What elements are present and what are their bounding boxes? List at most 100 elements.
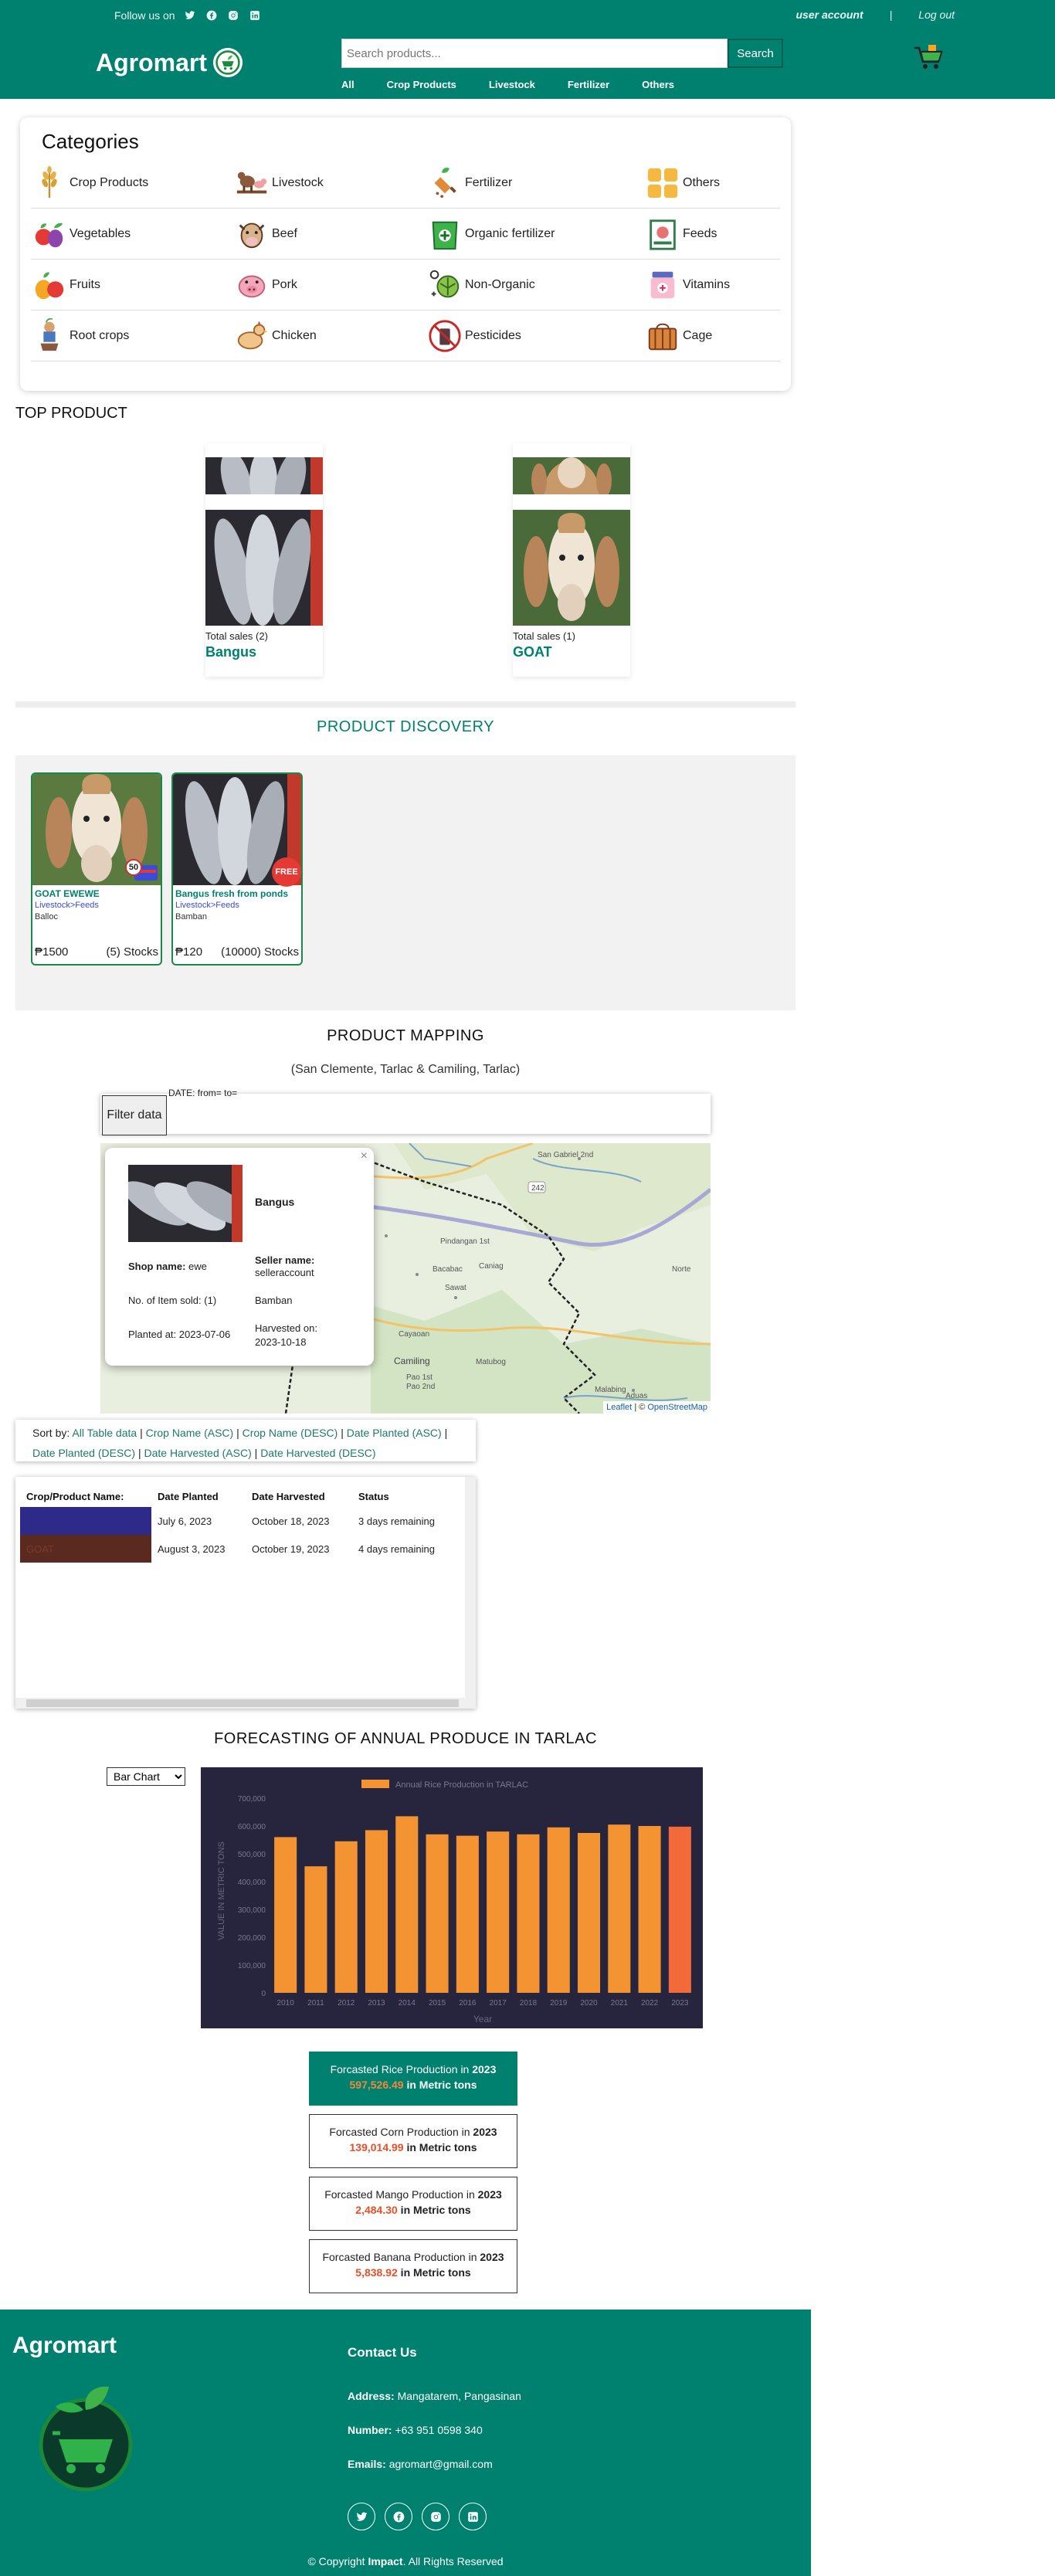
chart-bar[interactable] xyxy=(638,1826,661,1993)
chart-bar[interactable] xyxy=(274,1837,297,1993)
category-cage[interactable]: Cage xyxy=(644,317,712,355)
nav-others[interactable]: Others xyxy=(642,79,674,90)
close-icon[interactable]: × xyxy=(361,1149,368,1163)
footer-social-links xyxy=(348,2503,487,2530)
date-planted-cell: August 3, 2023 xyxy=(158,1543,226,1555)
column-header: Date Planted xyxy=(158,1491,219,1502)
chart-bar[interactable] xyxy=(334,1841,358,1993)
brand[interactable]: Agromart xyxy=(96,48,243,77)
forecast-suffix: in Metric tons xyxy=(403,2141,477,2153)
table-row: GOAT August 3, 2023 October 19, 2023 4 d… xyxy=(20,1535,453,1563)
product-category[interactable]: Livestock>Feeds xyxy=(175,901,239,910)
chart-bar[interactable] xyxy=(487,1831,510,1993)
category-livestock[interactable]: Livestock xyxy=(233,164,324,202)
forecast-corn-box[interactable]: Forcasted Corn Production in 2023 139,01… xyxy=(309,2114,517,2168)
chart-bar[interactable] xyxy=(304,1866,327,1993)
search-button[interactable]: Search xyxy=(728,39,783,68)
crop-table-container[interactable]: Crop/Product Name: Date Planted Date Har… xyxy=(15,1477,476,1709)
forecast-rice-box[interactable]: Forcasted Rice Production in 2023 597,52… xyxy=(309,2052,517,2106)
chart-bar[interactable] xyxy=(608,1824,631,1993)
product-name[interactable]: Bangus fresh from ponds xyxy=(175,888,288,899)
sort-crop-name-asc[interactable]: Crop Name (ASC) xyxy=(146,1427,234,1439)
category-pork[interactable]: Pork xyxy=(233,266,297,304)
nav-all[interactable]: All xyxy=(341,79,354,90)
openstreetmap-link[interactable]: OpenStreetMap xyxy=(647,1403,707,1412)
search-input[interactable] xyxy=(341,39,728,68)
chart-bar[interactable] xyxy=(426,1834,449,1993)
product-map[interactable]: San Gabriel 2nd Pindangan 1st Bacabac Ca… xyxy=(100,1143,711,1414)
category-others[interactable]: Others xyxy=(644,164,720,202)
top-product-card[interactable]: Total sales (1) GOAT xyxy=(513,443,630,677)
facebook-icon[interactable] xyxy=(205,8,219,22)
pesticides-icon xyxy=(426,317,463,355)
sort-date-planted-asc[interactable]: Date Planted (ASC) xyxy=(347,1427,442,1439)
user-account-link[interactable]: user account xyxy=(796,8,863,21)
y-tick-label: 400,000 xyxy=(238,1879,266,1887)
x-tick-label: 2023 xyxy=(671,1999,689,2008)
linkedin-icon[interactable] xyxy=(248,8,262,22)
category-vitamins[interactable]: Vitamins xyxy=(644,266,730,304)
product-location: Bamban xyxy=(175,912,207,921)
chart-bar[interactable] xyxy=(577,1833,601,1993)
sort-date-harvested-desc[interactable]: Date Harvested (DESC) xyxy=(260,1447,375,1459)
sort-date-harvested-asc[interactable]: Date Harvested (ASC) xyxy=(144,1447,251,1459)
chart-type-select[interactable]: Bar Chart xyxy=(107,1767,185,1786)
category-pesticides[interactable]: Pesticides xyxy=(426,317,521,355)
instagram-icon[interactable] xyxy=(226,8,240,22)
chart-bar[interactable] xyxy=(456,1835,479,1993)
forecast-suffix: in Metric tons xyxy=(397,2204,471,2216)
product-card[interactable]: FREE Bangus fresh from ponds Livestock>F… xyxy=(171,772,303,966)
vertical-scrollbar[interactable] xyxy=(465,1477,476,1698)
chart-bar[interactable] xyxy=(517,1834,540,1993)
filter-data-button[interactable]: Filter data xyxy=(102,1095,167,1135)
leaflet-link[interactable]: Leaflet xyxy=(606,1403,632,1412)
product-price: ₱1500 xyxy=(35,945,69,959)
category-crop-products[interactable]: Crop Products xyxy=(31,164,148,202)
chart-bar[interactable] xyxy=(547,1827,570,1993)
category-fruits[interactable]: Fruits xyxy=(31,266,100,304)
logout-link[interactable]: Log out xyxy=(918,8,955,21)
product-card[interactable]: 50 GOAT EWEWE Livestock>Feeds Balloc ₱15… xyxy=(31,772,162,966)
product-category[interactable]: Livestock>Feeds xyxy=(35,901,99,910)
seller-name-label: Seller name: xyxy=(255,1254,315,1266)
copyright: © Copyright Impact. All Rights Reserved xyxy=(307,2555,504,2568)
footer-brand: Agromart xyxy=(12,2333,117,2358)
scrollbar-thumb[interactable] xyxy=(26,1699,459,1707)
horizontal-scrollbar[interactable] xyxy=(15,1698,476,1709)
sort-date-planted-desc[interactable]: Date Planted (DESC) xyxy=(32,1447,135,1459)
category-label: Root crops xyxy=(70,329,130,342)
nav-fertilizer[interactable]: Fertilizer xyxy=(568,79,609,90)
brand-name[interactable]: Agromart xyxy=(96,49,207,77)
cart-icon[interactable] xyxy=(911,42,945,73)
product-name[interactable]: Bangus xyxy=(205,644,256,660)
category-non-organic[interactable]: Non-Organic xyxy=(426,266,535,304)
sort-crop-name-desc[interactable]: Crop Name (DESC) xyxy=(243,1427,338,1439)
facebook-icon[interactable] xyxy=(385,2503,412,2530)
category-chicken[interactable]: Chicken xyxy=(233,317,317,355)
forecast-mango-box[interactable]: Forcasted Mango Production in 2023 2,484… xyxy=(309,2177,517,2231)
forecast-banana-box[interactable]: Forcasted Banana Production in 2023 5,83… xyxy=(309,2239,517,2293)
category-fertilizer[interactable]: Fertilizer xyxy=(426,164,512,202)
chart-bar[interactable] xyxy=(668,1826,691,1993)
category-vegetables[interactable]: Vegetables xyxy=(31,215,131,253)
chart-bar[interactable] xyxy=(365,1830,388,1993)
nav-crop-products[interactable]: Crop Products xyxy=(387,79,456,90)
chart-bar[interactable] xyxy=(395,1816,419,1993)
twitter-icon[interactable] xyxy=(183,8,197,22)
product-name[interactable]: GOAT xyxy=(513,644,552,660)
feeds-icon xyxy=(644,216,681,253)
category-feeds[interactable]: Feeds xyxy=(644,215,717,253)
twitter-icon[interactable] xyxy=(348,2503,375,2530)
nav-livestock[interactable]: Livestock xyxy=(489,79,535,90)
forecast-prefix: Forcasted Rice Production in xyxy=(330,2063,473,2075)
category-beef[interactable]: Beef xyxy=(233,215,297,253)
category-root-crops[interactable]: Root crops xyxy=(31,317,129,355)
product-name[interactable]: GOAT EWEWE xyxy=(35,888,100,899)
category-organic-fertilizer[interactable]: Organic fertilizer xyxy=(426,215,555,253)
top-product-card[interactable]: Total sales (2) Bangus xyxy=(205,443,323,677)
instagram-icon[interactable] xyxy=(422,2503,449,2530)
linkedin-icon[interactable] xyxy=(459,2503,487,2530)
separator: | xyxy=(889,8,893,21)
product-image xyxy=(205,510,323,626)
sort-all[interactable]: All Table data xyxy=(72,1427,137,1439)
